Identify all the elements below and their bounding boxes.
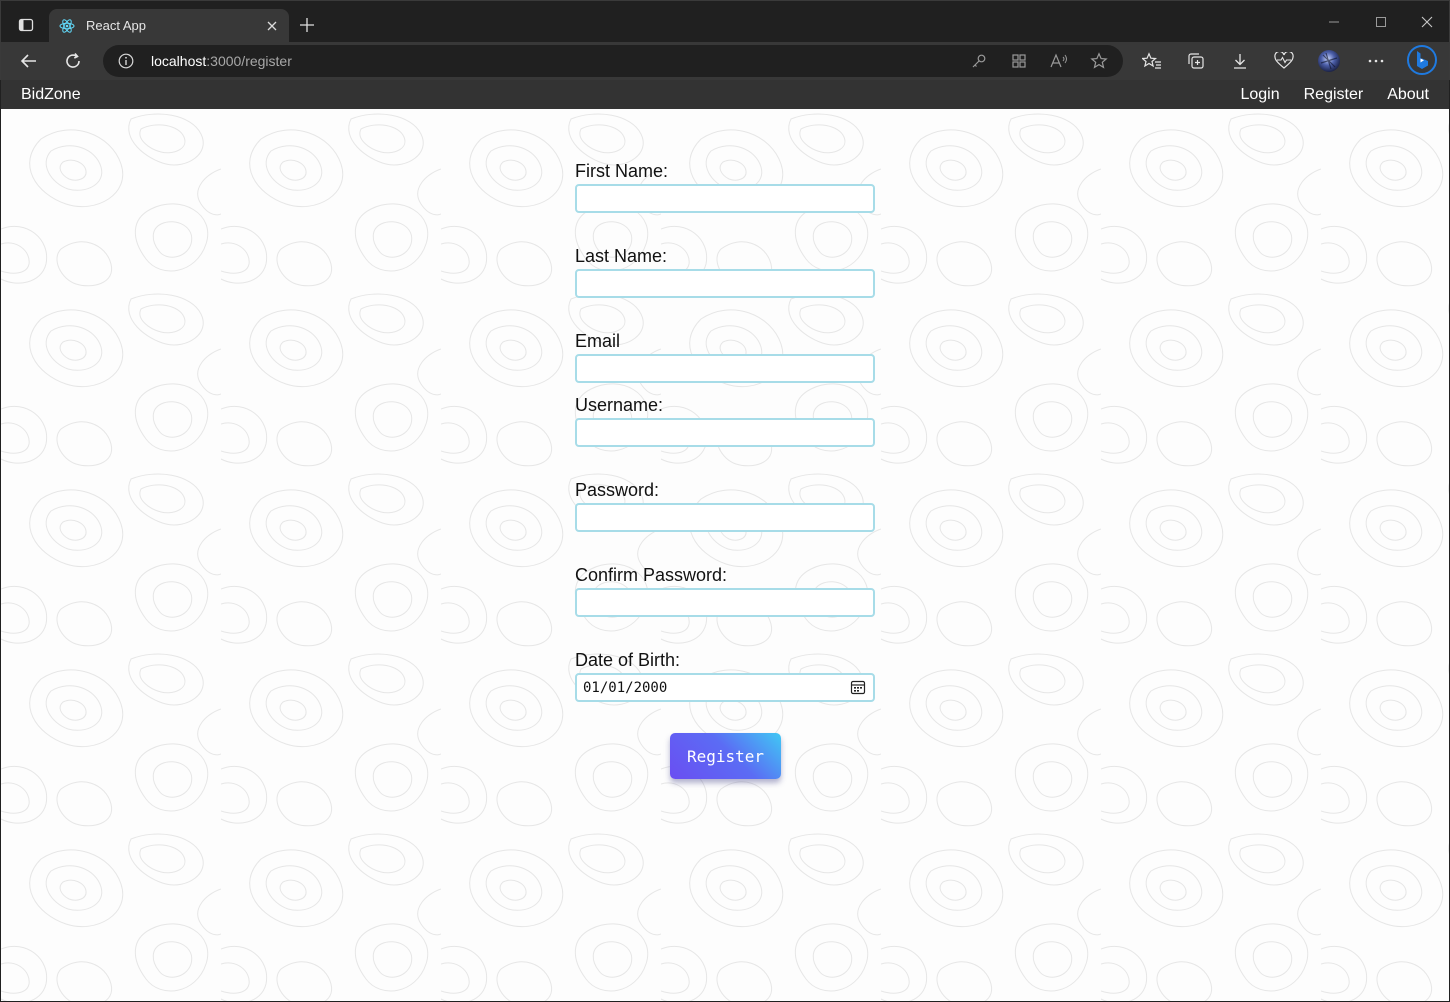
username-group: Username:	[575, 395, 875, 447]
bing-icon[interactable]	[1407, 45, 1437, 75]
last-name-label: Last Name:	[575, 246, 668, 266]
brand-logo[interactable]: BidZone	[21, 86, 81, 104]
address-bar[interactable]: localhost:3000/register	[103, 45, 1123, 77]
password-group: Password:	[575, 480, 875, 532]
password-input[interactable]	[575, 503, 875, 532]
download-icon[interactable]	[1228, 49, 1252, 73]
dob-field	[575, 673, 875, 702]
last-name-group: Last Name:	[575, 246, 875, 298]
nav-login-link[interactable]: Login	[1240, 86, 1279, 104]
navbar: BidZone Login Register About	[1, 80, 1449, 109]
dob-input[interactable]	[575, 673, 875, 702]
info-icon[interactable]	[118, 53, 134, 69]
read-aloud-icon[interactable]	[1049, 51, 1069, 71]
favorites-icon[interactable]	[1140, 49, 1164, 73]
react-icon	[59, 18, 75, 34]
confirm-password-group: Confirm Password:	[575, 565, 875, 617]
minimize-icon[interactable]	[1323, 11, 1345, 33]
email-label: Email	[575, 331, 621, 351]
collections-icon[interactable]	[1184, 49, 1208, 73]
close-icon[interactable]	[1416, 11, 1438, 33]
username-label: Username:	[575, 395, 664, 415]
key-icon[interactable]	[969, 51, 989, 71]
dob-group: Date of Birth:	[575, 650, 875, 702]
nav-about-link[interactable]: About	[1387, 86, 1429, 104]
first-name-input[interactable]	[575, 184, 875, 213]
calendar-icon[interactable]	[850, 679, 866, 695]
register-button[interactable]: Register	[670, 733, 781, 779]
password-label: Password:	[575, 480, 660, 500]
maximize-icon[interactable]	[1370, 11, 1392, 33]
page-viewport: BidZone Login Register About First Name:…	[1, 80, 1449, 1001]
close-icon[interactable]	[263, 17, 281, 35]
first-name-label: First Name:	[575, 161, 669, 181]
tab-actions-icon[interactable]	[13, 13, 39, 37]
browser-tab[interactable]: React App	[49, 9, 289, 43]
confirm-password-input[interactable]	[575, 588, 875, 617]
url-text: localhost:3000/register	[151, 53, 292, 69]
tab-title: React App	[86, 18, 146, 33]
nav-register-link[interactable]: Register	[1304, 86, 1364, 104]
last-name-input[interactable]	[575, 269, 875, 298]
tab-strip: React App	[0, 0, 1450, 43]
more-icon[interactable]	[1364, 49, 1388, 73]
back-arrow-icon[interactable]	[17, 49, 41, 73]
apps-icon[interactable]	[1009, 51, 1029, 71]
topographic-background	[1, 109, 1449, 1001]
star-icon[interactable]	[1089, 51, 1109, 71]
avatar[interactable]	[1317, 49, 1341, 73]
confirm-password-label: Confirm Password:	[575, 565, 728, 585]
username-input[interactable]	[575, 418, 875, 447]
heartbeat-icon[interactable]	[1272, 49, 1296, 73]
email-input[interactable]	[575, 354, 875, 383]
plus-icon[interactable]	[297, 15, 317, 35]
refresh-icon[interactable]	[61, 49, 85, 73]
nav-links: Login Register About	[1240, 86, 1429, 104]
dob-label: Date of Birth:	[575, 650, 681, 670]
email-group: Email	[575, 331, 875, 383]
first-name-group: First Name:	[575, 161, 875, 213]
browser-toolbar: localhost:3000/register	[0, 42, 1450, 80]
